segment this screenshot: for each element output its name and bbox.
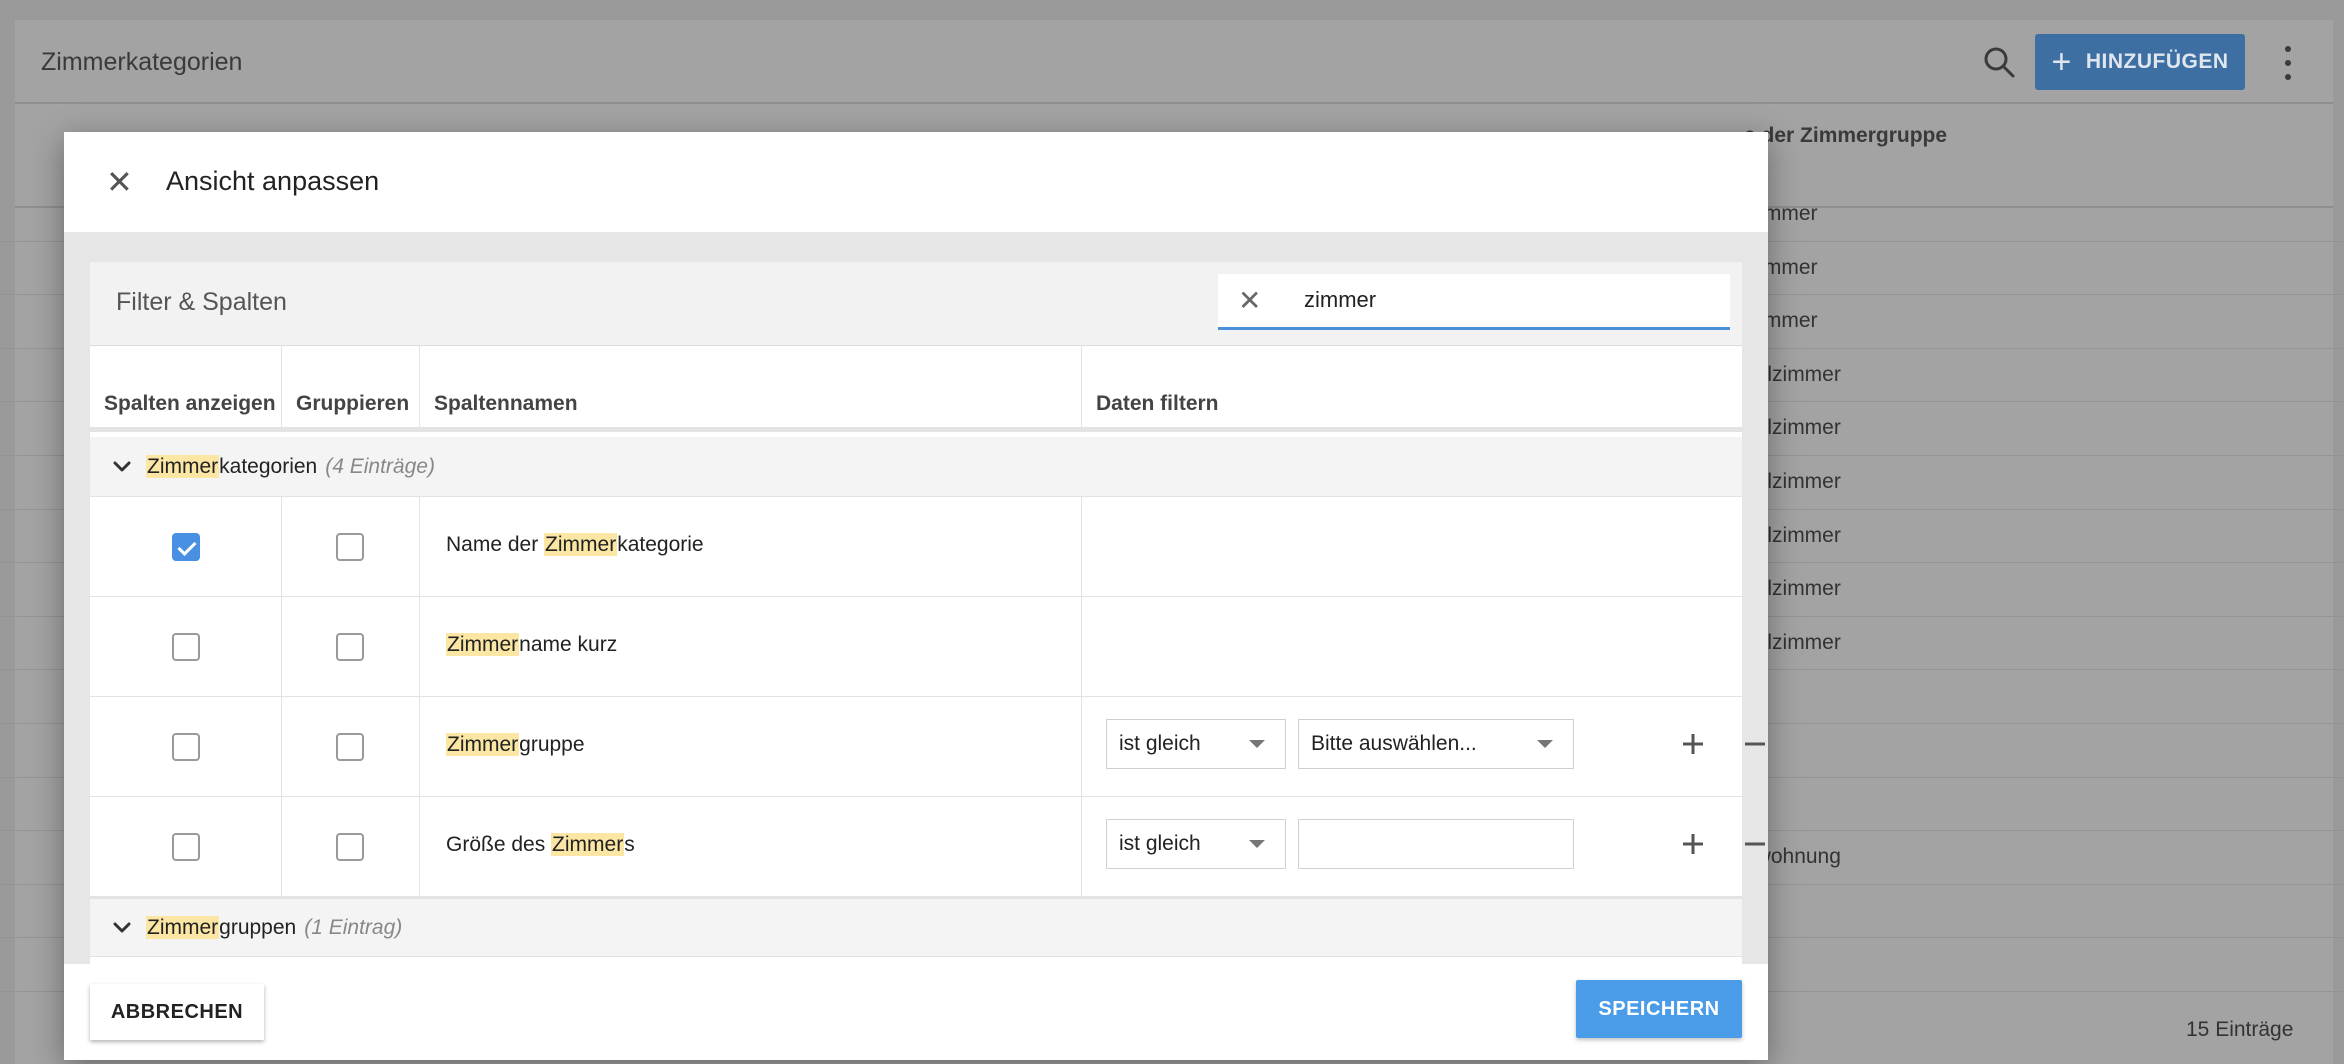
dialog-header: ✕ Ansicht anpassen xyxy=(64,132,1768,232)
column-name: Zimmername kurz xyxy=(446,633,618,656)
group-checkbox[interactable] xyxy=(336,633,364,661)
value-input[interactable] xyxy=(1298,819,1574,869)
group-checkbox[interactable] xyxy=(336,533,364,561)
dialog-title: Ansicht anpassen xyxy=(166,166,380,196)
background-column-header: e der Zimmergruppe xyxy=(1744,124,1948,147)
operator-select[interactable]: ist gleich xyxy=(1106,719,1286,769)
column-name: Größe des Zimmers xyxy=(446,833,635,856)
group-count: (1 Eintrag) xyxy=(304,915,403,939)
clear-search-icon[interactable]: ✕ xyxy=(1238,284,1261,317)
show-column-checkbox[interactable] xyxy=(172,633,200,661)
show-column-checkbox[interactable] xyxy=(172,533,200,561)
value-select[interactable]: Bitte auswählen... xyxy=(1298,719,1574,769)
search-icon xyxy=(1984,47,2015,78)
remove-filter-icon[interactable] xyxy=(1740,829,1768,859)
dialog-body: Filter & Spalten ✕ Spalten anzeigen Grup… xyxy=(64,232,1768,964)
add-button: + HINZUFÜGEN xyxy=(2035,34,2245,90)
remove-filter-icon[interactable] xyxy=(1740,729,1768,759)
group-row-zimmerkategorien[interactable]: Zimmerkategorien (4 Einträge) xyxy=(90,437,1742,497)
background-entry-count: 15 Einträge xyxy=(2186,1018,2294,1041)
dropdown-caret-icon xyxy=(1249,740,1265,748)
header-show-columns: Spalten anzeigen xyxy=(90,346,282,432)
add-button-label: HINZUFÜGEN xyxy=(2085,50,2229,73)
kebab-menu-icon xyxy=(2283,46,2293,80)
group-name: Zimmerkategorien xyxy=(146,454,318,478)
table-row: Zimmername kurz xyxy=(90,597,1742,697)
filter-cell: ist gleich xyxy=(1082,797,1765,897)
chevron-down-icon[interactable] xyxy=(108,914,136,942)
add-filter-icon[interactable] xyxy=(1678,829,1708,859)
table-row: Zimmergruppe ist gleich Bitte auswählen.… xyxy=(90,697,1765,797)
group-checkbox[interactable] xyxy=(336,833,364,861)
header-filter-data: Daten filtern xyxy=(1096,392,1219,415)
dialog-footer: ABBRECHEN SPEICHERN xyxy=(64,964,1768,1060)
column-name: Name der Zimmerkategorie xyxy=(446,533,704,556)
filter-cell xyxy=(1082,497,1742,597)
plus-icon: + xyxy=(2051,43,2072,81)
table-row: Größe des Zimmers ist gleich xyxy=(90,797,1765,897)
columns-table-header: Spalten anzeigen Gruppieren Spaltennamen… xyxy=(90,346,1742,432)
panel-header: Filter & Spalten ✕ xyxy=(90,262,1742,346)
filter-columns-panel: Filter & Spalten ✕ Spalten anzeigen Grup… xyxy=(90,262,1765,964)
background-toolbar: Zimmerkategorien + HINZUFÜGEN xyxy=(15,20,2333,104)
panel-title: Filter & Spalten xyxy=(116,288,287,316)
chevron-down-icon[interactable] xyxy=(108,453,136,481)
filter-cell xyxy=(1082,597,1742,697)
dropdown-caret-icon xyxy=(1249,840,1265,848)
save-button[interactable]: SPEICHERN xyxy=(1576,980,1742,1038)
add-filter-icon[interactable] xyxy=(1678,729,1708,759)
header-column-names: Spaltennamen xyxy=(420,346,1082,432)
search-input[interactable] xyxy=(1304,282,1704,318)
group-count: (4 Einträge) xyxy=(325,454,435,478)
operator-select[interactable]: ist gleich xyxy=(1106,819,1286,869)
customize-view-dialog: ✕ Ansicht anpassen Filter & Spalten ✕ Sp… xyxy=(64,132,1768,1060)
group-checkbox[interactable] xyxy=(336,733,364,761)
column-name: Zimmergruppe xyxy=(446,733,585,756)
dropdown-caret-icon xyxy=(1537,740,1553,748)
table-row: Name der Zimmerkategorie xyxy=(90,497,1742,597)
header-group: Gruppieren xyxy=(282,346,420,432)
group-name: Zimmergruppen xyxy=(146,915,297,939)
search-box: ✕ xyxy=(1218,274,1730,330)
show-column-checkbox[interactable] xyxy=(172,733,200,761)
group-row-zimmergruppen[interactable]: Zimmergruppen (1 Eintrag) xyxy=(90,897,1742,957)
cancel-button[interactable]: ABBRECHEN xyxy=(90,984,264,1040)
filter-cell: ist gleich Bitte auswählen... xyxy=(1082,697,1765,797)
background-page-title: Zimmerkategorien xyxy=(41,48,243,76)
close-icon[interactable]: ✕ xyxy=(106,166,133,198)
show-column-checkbox[interactable] xyxy=(172,833,200,861)
